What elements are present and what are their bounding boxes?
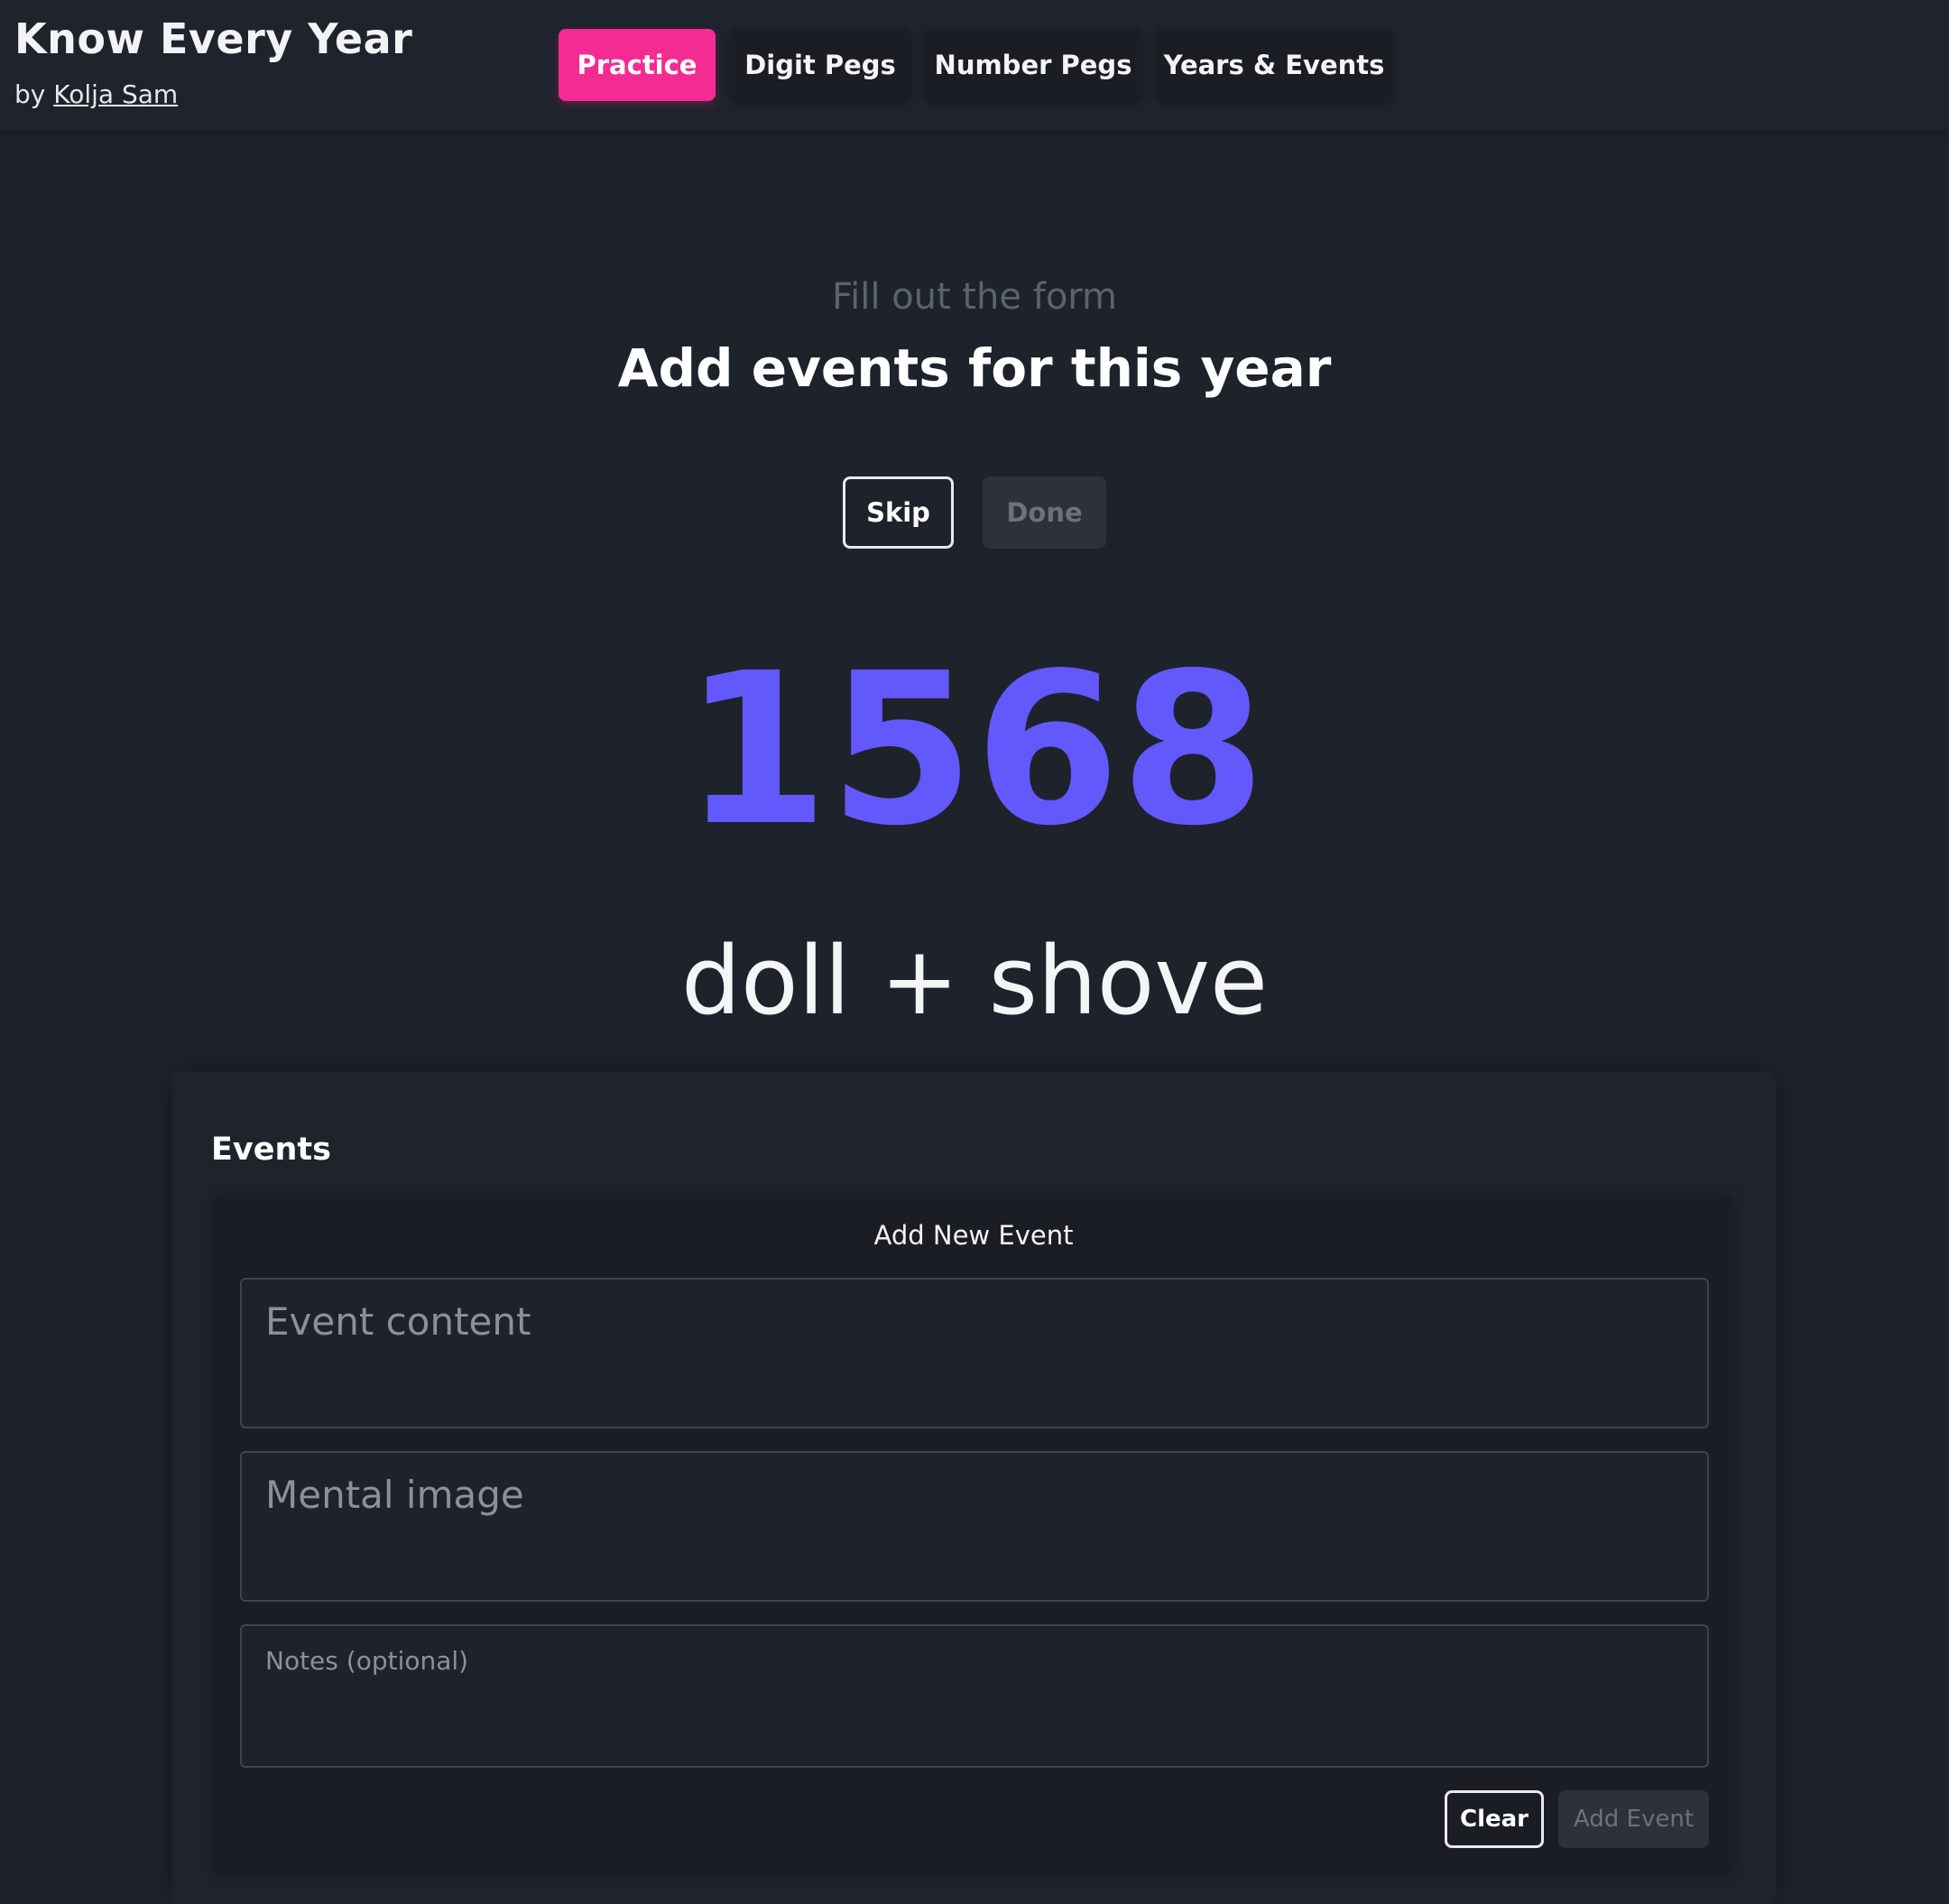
app-title: Know Every Year	[14, 14, 413, 63]
author-link[interactable]: Kolja Sam	[53, 79, 178, 109]
skip-button[interactable]: Skip	[843, 476, 954, 549]
notes-input[interactable]	[240, 1624, 1709, 1768]
clear-button[interactable]: Clear	[1445, 1790, 1544, 1848]
tab-practice[interactable]: Practice	[559, 29, 716, 101]
year-display: 1568	[683, 628, 1266, 872]
app-header: Know Every Year by Kolja Sam Practice Di…	[0, 0, 1949, 131]
author-credit: by Kolja Sam	[14, 79, 178, 109]
done-button[interactable]: Done	[983, 476, 1106, 549]
events-title: Events	[211, 1132, 331, 1168]
mnemonic-text: doll + shove	[681, 926, 1268, 1036]
mental-image-input[interactable]	[240, 1451, 1709, 1602]
author-prefix: by	[14, 79, 46, 109]
page-subtitle: Fill out the form	[832, 276, 1117, 318]
tab-digit-pegs[interactable]: Digit Pegs	[730, 29, 910, 101]
tab-number-pegs[interactable]: Number Pegs	[924, 29, 1142, 101]
event-content-input[interactable]	[240, 1278, 1709, 1428]
tab-years-events[interactable]: Years & Events	[1156, 29, 1392, 101]
page-heading: Add events for this year	[617, 337, 1332, 399]
add-event-button[interactable]: Add Event	[1558, 1790, 1709, 1848]
add-event-title: Add New Event	[873, 1220, 1074, 1251]
